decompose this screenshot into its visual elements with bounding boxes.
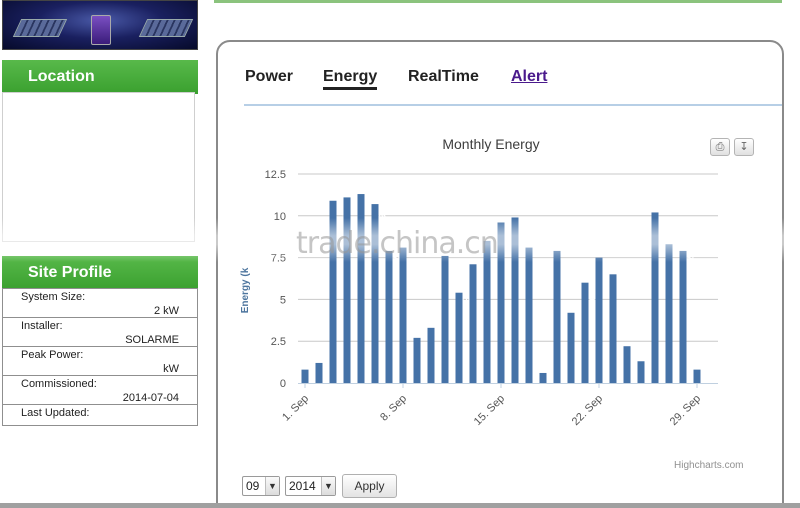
data-label: 87	[334, 205, 345, 217]
tab-divider	[244, 104, 782, 106]
site-row-value: 2 kW	[153, 305, 179, 317]
site-profile-table: System Size: 2 kW Installer: SOLARME Pea…	[2, 288, 198, 426]
data-label: 8	[530, 252, 541, 258]
bar	[511, 217, 519, 383]
bottom-border	[0, 503, 800, 508]
data-label: 8	[488, 245, 499, 251]
y-tick-label: 12.5	[265, 169, 286, 181]
site-row-label: System Size:	[21, 291, 86, 303]
data-label: 7.8	[390, 255, 401, 269]
month-select[interactable]: 09 ▼	[242, 476, 280, 496]
bar	[497, 222, 505, 383]
x-tick-label: 8. Sep	[378, 393, 409, 424]
site-row-value: kW	[163, 363, 179, 375]
data-label: 4.19	[572, 317, 583, 337]
tab-power[interactable]: Power	[245, 68, 293, 86]
year-select-value: 2014	[289, 479, 316, 493]
location-heading: Location	[2, 60, 198, 94]
data-label: 7.89	[600, 262, 611, 282]
y-tick-label: 5	[280, 294, 286, 306]
bar	[665, 244, 673, 383]
location-map-panel	[2, 92, 195, 242]
y-axis-title: Energy (k	[240, 267, 251, 313]
y-tick-label: 7.5	[271, 253, 286, 265]
y-tick-label: 10	[274, 211, 286, 223]
y-tick-label: 2.5	[271, 336, 286, 348]
bar	[483, 240, 491, 383]
site-row-value: 2014-07-04	[122, 392, 179, 404]
banner-image	[2, 0, 198, 50]
y-tick-label: 0	[280, 378, 286, 390]
site-row-system-size: System Size: 2 kW	[3, 289, 197, 318]
bar	[637, 361, 645, 383]
data-label: 56	[376, 208, 387, 220]
site-row-label: Peak Power:	[21, 349, 84, 361]
bar	[693, 369, 701, 383]
data-label: 43	[362, 198, 373, 210]
chart-credits[interactable]: Highcharts.com	[674, 460, 743, 471]
bar	[315, 362, 323, 383]
bar	[427, 327, 435, 383]
bar	[413, 337, 421, 383]
data-label: 13	[348, 201, 359, 213]
site-row-last-updated: Last Updated:	[3, 405, 197, 425]
energy-dashboard: Location Site Profile System Size: 2 kW …	[0, 0, 800, 508]
bar	[553, 250, 561, 383]
print-icon[interactable]: ⎙	[710, 138, 730, 156]
tab-energy[interactable]: Energy	[323, 68, 378, 90]
site-row-value: SOLARME	[125, 334, 179, 346]
header-rule	[214, 0, 782, 3]
bar	[525, 247, 533, 383]
tab-realtime[interactable]: RealTime	[408, 68, 479, 86]
solar-panel-graphic	[12, 19, 68, 37]
bar	[539, 372, 547, 383]
data-label: 2.15	[628, 350, 639, 370]
data-label: 5.36	[460, 297, 471, 317]
site-row-label: Commissioned:	[21, 378, 97, 390]
data-label: 7.1	[474, 268, 485, 282]
inverter-graphic	[91, 15, 111, 45]
x-tick-label: 1. Sep	[280, 393, 311, 424]
x-tick-label: 15. Sep	[472, 393, 507, 428]
site-row-commissioned: Commissioned: 2014-07-04	[3, 376, 197, 405]
data-label: 7.49	[446, 260, 457, 280]
bar	[371, 204, 379, 383]
chevron-down-icon: ▼	[265, 477, 279, 495]
bar	[343, 197, 351, 383]
data-label: 5.9	[586, 287, 597, 301]
year-select[interactable]: 2014 ▼	[285, 476, 336, 496]
tab-alert[interactable]: Alert	[511, 68, 547, 86]
solar-panel-graphic	[138, 19, 194, 37]
download-icon[interactable]: ↧	[734, 138, 754, 156]
month-select-value: 09	[246, 479, 260, 493]
bar	[385, 250, 393, 383]
x-tick-label: 29. Sep	[668, 393, 703, 428]
bar	[399, 247, 407, 383]
site-row-label: Installer:	[21, 320, 63, 332]
bar	[357, 194, 365, 383]
chevron-down-icon: ▼	[321, 477, 335, 495]
bar	[301, 369, 309, 383]
site-profile-heading: Site Profile	[2, 256, 198, 290]
data-label: 8	[404, 252, 415, 258]
site-row-installer: Installer: SOLARME	[3, 318, 197, 347]
bar	[329, 200, 337, 383]
data-label: 6.49	[614, 278, 625, 298]
data-label: 7.9	[684, 255, 695, 269]
site-row-peak-power: Peak Power: kW	[3, 347, 197, 376]
bar	[679, 250, 687, 383]
apply-button[interactable]: Apply	[342, 474, 397, 498]
bar	[651, 212, 659, 383]
x-tick-label: 22. Sep	[570, 393, 605, 428]
energy-bar-chart: 02.557.51012.5Energy (k87 13 43567.887.495…	[240, 169, 718, 428]
chart-title: Monthly Energy	[442, 136, 540, 152]
site-row-label: Last Updated:	[21, 407, 90, 419]
